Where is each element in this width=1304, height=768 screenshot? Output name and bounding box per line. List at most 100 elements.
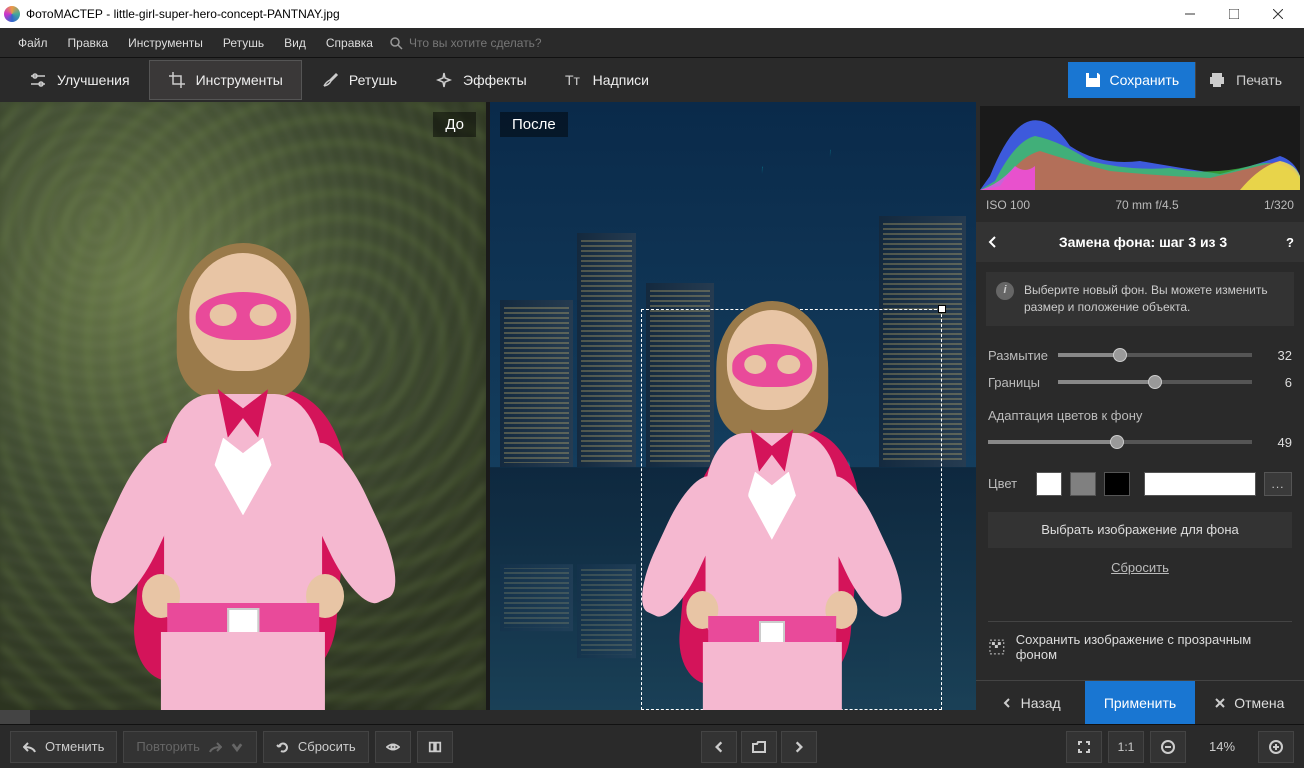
- save-transparent-button[interactable]: Сохранить изображение с прозрачным фоном: [988, 621, 1292, 672]
- eye-icon: [386, 740, 400, 754]
- menu-help[interactable]: Справка: [316, 30, 383, 56]
- panel-header: Замена фона: шаг 3 из 3 ?: [976, 222, 1304, 262]
- apply-button[interactable]: Применить: [1085, 681, 1194, 724]
- plus-icon: [1269, 740, 1283, 754]
- print-icon: [1208, 71, 1226, 89]
- blur-value: 32: [1262, 348, 1292, 363]
- close-button[interactable]: [1256, 0, 1300, 28]
- adapt-slider[interactable]: [988, 440, 1252, 444]
- zoom-out-button[interactable]: [1150, 731, 1186, 763]
- menu-file[interactable]: Файл: [8, 30, 58, 56]
- info-box: i Выберите новый фон. Вы можете изменить…: [986, 272, 1294, 326]
- search-icon: [389, 36, 403, 50]
- menu-tools[interactable]: Инструменты: [118, 30, 213, 56]
- redo-icon: [208, 740, 222, 754]
- next-image-button[interactable]: [781, 731, 817, 763]
- before-pane[interactable]: До: [0, 102, 486, 710]
- redo-button[interactable]: Повторить: [123, 731, 256, 763]
- maximize-button[interactable]: [1212, 0, 1256, 28]
- menu-view[interactable]: Вид: [274, 30, 316, 56]
- swatch-white[interactable]: [1036, 472, 1062, 496]
- zoom-in-button[interactable]: [1258, 731, 1294, 763]
- menubar: Файл Правка Инструменты Ретушь Вид Справ…: [0, 28, 1304, 58]
- fit-button[interactable]: [1066, 731, 1102, 763]
- undo-icon: [23, 740, 37, 754]
- help-button[interactable]: ?: [1286, 235, 1294, 250]
- folder-icon: [752, 740, 766, 754]
- meta-shutter: 1/320: [1264, 198, 1294, 212]
- chevron-right-icon: [792, 740, 806, 754]
- fit-icon: [1077, 740, 1091, 754]
- minus-icon: [1161, 740, 1175, 754]
- info-icon: i: [996, 282, 1014, 300]
- zoom-value: 14%: [1192, 739, 1252, 754]
- edges-value: 6: [1262, 375, 1292, 390]
- reset-button[interactable]: Сбросить: [263, 731, 369, 763]
- edges-slider[interactable]: [1058, 380, 1252, 384]
- print-button[interactable]: Печать: [1195, 62, 1294, 98]
- brush-icon: [321, 71, 339, 89]
- color-label: Цвет: [988, 476, 1028, 491]
- chevron-left-icon: [1001, 697, 1013, 709]
- edges-label: Границы: [988, 375, 1048, 390]
- transparent-icon: [988, 638, 1006, 656]
- bottom-bar: Отменить Повторить Сбросить 1:1 14%: [0, 724, 1304, 768]
- compare-button[interactable]: [417, 731, 453, 763]
- search-input[interactable]: Что вы хотите сделать?: [409, 36, 542, 50]
- app-logo: [4, 6, 20, 22]
- back-button[interactable]: Назад: [976, 681, 1085, 724]
- meta-row: ISO 100 70 mm f/4.5 1/320: [976, 194, 1304, 222]
- chevron-left-icon: [712, 740, 726, 754]
- cancel-button[interactable]: Отмена: [1195, 681, 1304, 724]
- tab-retouch[interactable]: Ретушь: [302, 60, 416, 100]
- right-panel: ISO 100 70 mm f/4.5 1/320 Замена фона: ш…: [976, 102, 1304, 724]
- menu-edit[interactable]: Правка: [58, 30, 119, 56]
- blur-slider[interactable]: [1058, 353, 1252, 357]
- info-text: Выберите новый фон. Вы можете изменить р…: [1024, 282, 1284, 316]
- tab-captions[interactable]: Tт Надписи: [546, 60, 668, 100]
- color-picker-button[interactable]: ...: [1264, 472, 1292, 496]
- text-icon: Tт: [565, 71, 583, 89]
- svg-text:Tт: Tт: [565, 72, 581, 88]
- color-preview[interactable]: [1144, 472, 1256, 496]
- blur-label: Размытие: [988, 348, 1048, 363]
- choose-background-button[interactable]: Выбрать изображение для фона: [988, 512, 1292, 548]
- adapt-value: 49: [1262, 435, 1292, 450]
- swatch-black[interactable]: [1104, 472, 1130, 496]
- canvas-area: До После: [0, 102, 976, 724]
- sliders-icon: [29, 71, 47, 89]
- save-button[interactable]: Сохранить: [1068, 62, 1196, 98]
- save-icon: [1084, 71, 1102, 89]
- titlebar: ФотоМАСТЕР - little-girl-super-hero-conc…: [0, 0, 1304, 28]
- tab-enhancements[interactable]: Улучшения: [10, 60, 149, 100]
- reset-icon: [276, 740, 290, 754]
- minimize-button[interactable]: [1168, 0, 1212, 28]
- prev-image-button[interactable]: [701, 731, 737, 763]
- tab-tools[interactable]: Инструменты: [149, 60, 302, 100]
- menu-retouch[interactable]: Ретушь: [213, 30, 274, 56]
- compare-icon: [428, 740, 442, 754]
- window-title: ФотоМАСТЕР - little-girl-super-hero-conc…: [26, 7, 1168, 21]
- chevron-down-icon: [230, 740, 244, 754]
- swatch-gray[interactable]: [1070, 472, 1096, 496]
- undo-button[interactable]: Отменить: [10, 731, 117, 763]
- tab-bar: Улучшения Инструменты Ретушь Эффекты Tт …: [0, 58, 1304, 102]
- adapt-heading: Адаптация цветов к фону: [976, 402, 1304, 423]
- close-icon: [1214, 697, 1226, 709]
- reset-link[interactable]: Сбросить: [976, 554, 1304, 581]
- histogram[interactable]: [980, 106, 1300, 190]
- horizontal-scrollbar[interactable]: [0, 710, 976, 724]
- open-folder-button[interactable]: [741, 731, 777, 763]
- meta-lens: 70 mm f/4.5: [1115, 198, 1178, 212]
- crop-icon: [168, 71, 186, 89]
- after-label: После: [500, 112, 568, 137]
- ratio-button[interactable]: 1:1: [1108, 731, 1144, 763]
- before-label: До: [433, 112, 476, 137]
- panel-title: Замена фона: шаг 3 из 3: [1010, 234, 1276, 250]
- meta-iso: ISO 100: [986, 198, 1030, 212]
- eye-button[interactable]: [375, 731, 411, 763]
- sparkle-icon: [435, 71, 453, 89]
- tab-effects[interactable]: Эффекты: [416, 60, 546, 100]
- after-pane[interactable]: После: [490, 102, 976, 710]
- panel-back-icon[interactable]: [986, 235, 1000, 249]
